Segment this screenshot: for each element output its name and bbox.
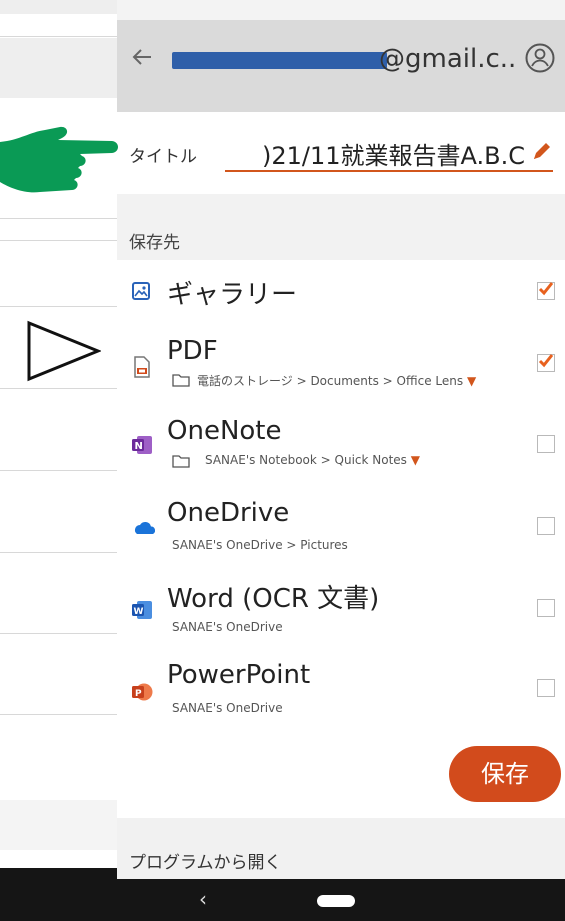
destination-name: OneNote <box>167 416 282 446</box>
onedrive-icon <box>131 520 156 540</box>
title-value: )21/11就業報告書A.B.C <box>261 142 525 170</box>
redacted-email <box>172 52 387 69</box>
destination-name: PowerPoint <box>167 660 311 690</box>
list-item[interactable]: OneDrive SANAE's OneDrive > Pictures <box>117 484 565 567</box>
pointing-hand-icon <box>0 122 120 200</box>
chevron-down-icon: ▼ <box>466 374 477 388</box>
status-strip <box>117 0 565 20</box>
checkbox[interactable] <box>537 599 555 617</box>
powerpoint-icon: P <box>131 682 153 702</box>
outline-arrow-icon <box>26 320 102 382</box>
list-item[interactable]: P PowerPoint SANAE's OneDrive <box>117 648 565 729</box>
save-location-label: 保存先 <box>129 233 180 253</box>
list-item[interactable]: N OneNote SANAE's Notebook > Quick Notes… <box>117 402 565 485</box>
word-icon: W <box>131 600 153 620</box>
list-item[interactable]: ギャラリー <box>117 260 565 323</box>
pencil-icon[interactable] <box>531 140 553 162</box>
open-with-label[interactable]: プログラムから開く <box>129 848 282 873</box>
account-circle-icon[interactable] <box>525 43 555 73</box>
title-label: タイトル <box>129 147 197 167</box>
checkbox-checked[interactable] <box>537 282 555 300</box>
nav-back-icon[interactable]: ‹ <box>199 887 207 911</box>
destination-path-text: SANAE's Notebook > Quick Notes <box>205 453 407 467</box>
destination-path[interactable]: 電話のストレージ > Documents > Office Lens ▼ <box>197 372 476 389</box>
title-row: タイトル )21/11就業報告書A.B.C <box>117 112 565 194</box>
destination-path: SANAE's OneDrive <box>172 701 283 715</box>
checkbox-checked[interactable] <box>537 354 555 372</box>
svg-text:P: P <box>135 689 142 699</box>
account-email: @gmail.c.. <box>379 44 517 74</box>
chevron-down-icon: ▼ <box>410 453 420 467</box>
checkbox[interactable] <box>537 517 555 535</box>
back-arrow-icon[interactable] <box>131 46 153 68</box>
list-item[interactable]: W Word (OCR 文書) SANAE's OneDrive <box>117 566 565 649</box>
gallery-icon <box>131 281 151 301</box>
save-area: 保存 <box>117 728 565 818</box>
destination-path[interactable]: SANAE's Notebook > Quick Notes ▼ <box>205 453 420 467</box>
nav-home-pill-icon[interactable] <box>317 895 355 907</box>
list-item[interactable]: PDF 電話のストレージ > Documents > Office Lens ▼ <box>117 322 565 403</box>
section-gap <box>117 194 565 260</box>
destination-name: ギャラリー <box>167 280 298 310</box>
checkbox[interactable] <box>537 435 555 453</box>
title-input[interactable]: )21/11就業報告書A.B.C <box>225 132 553 172</box>
svg-text:W: W <box>134 607 144 617</box>
pdf-file-icon <box>131 356 151 378</box>
destination-name: OneDrive <box>167 498 290 528</box>
onenote-icon: N <box>131 435 152 455</box>
destination-path: SANAE's OneDrive > Pictures <box>172 538 348 552</box>
open-with-section: プログラムから開く <box>117 818 565 879</box>
save-button[interactable]: 保存 <box>449 746 561 802</box>
svg-text:N: N <box>135 441 143 452</box>
folder-icon <box>172 372 190 387</box>
destination-name: Word (OCR 文書) <box>167 584 380 614</box>
system-nav-bar: ‹ <box>117 879 565 921</box>
destination-path: SANAE's OneDrive <box>172 620 283 634</box>
checkbox[interactable] <box>537 679 555 697</box>
destination-name: PDF <box>167 336 218 366</box>
destination-path-text: 電話のストレージ > Documents > Office Lens <box>197 374 464 388</box>
folder-icon <box>172 453 190 468</box>
save-screen: @gmail.c.. タイトル )21/11就業報告書A.B.C 保存先 ギャラ… <box>117 0 565 921</box>
